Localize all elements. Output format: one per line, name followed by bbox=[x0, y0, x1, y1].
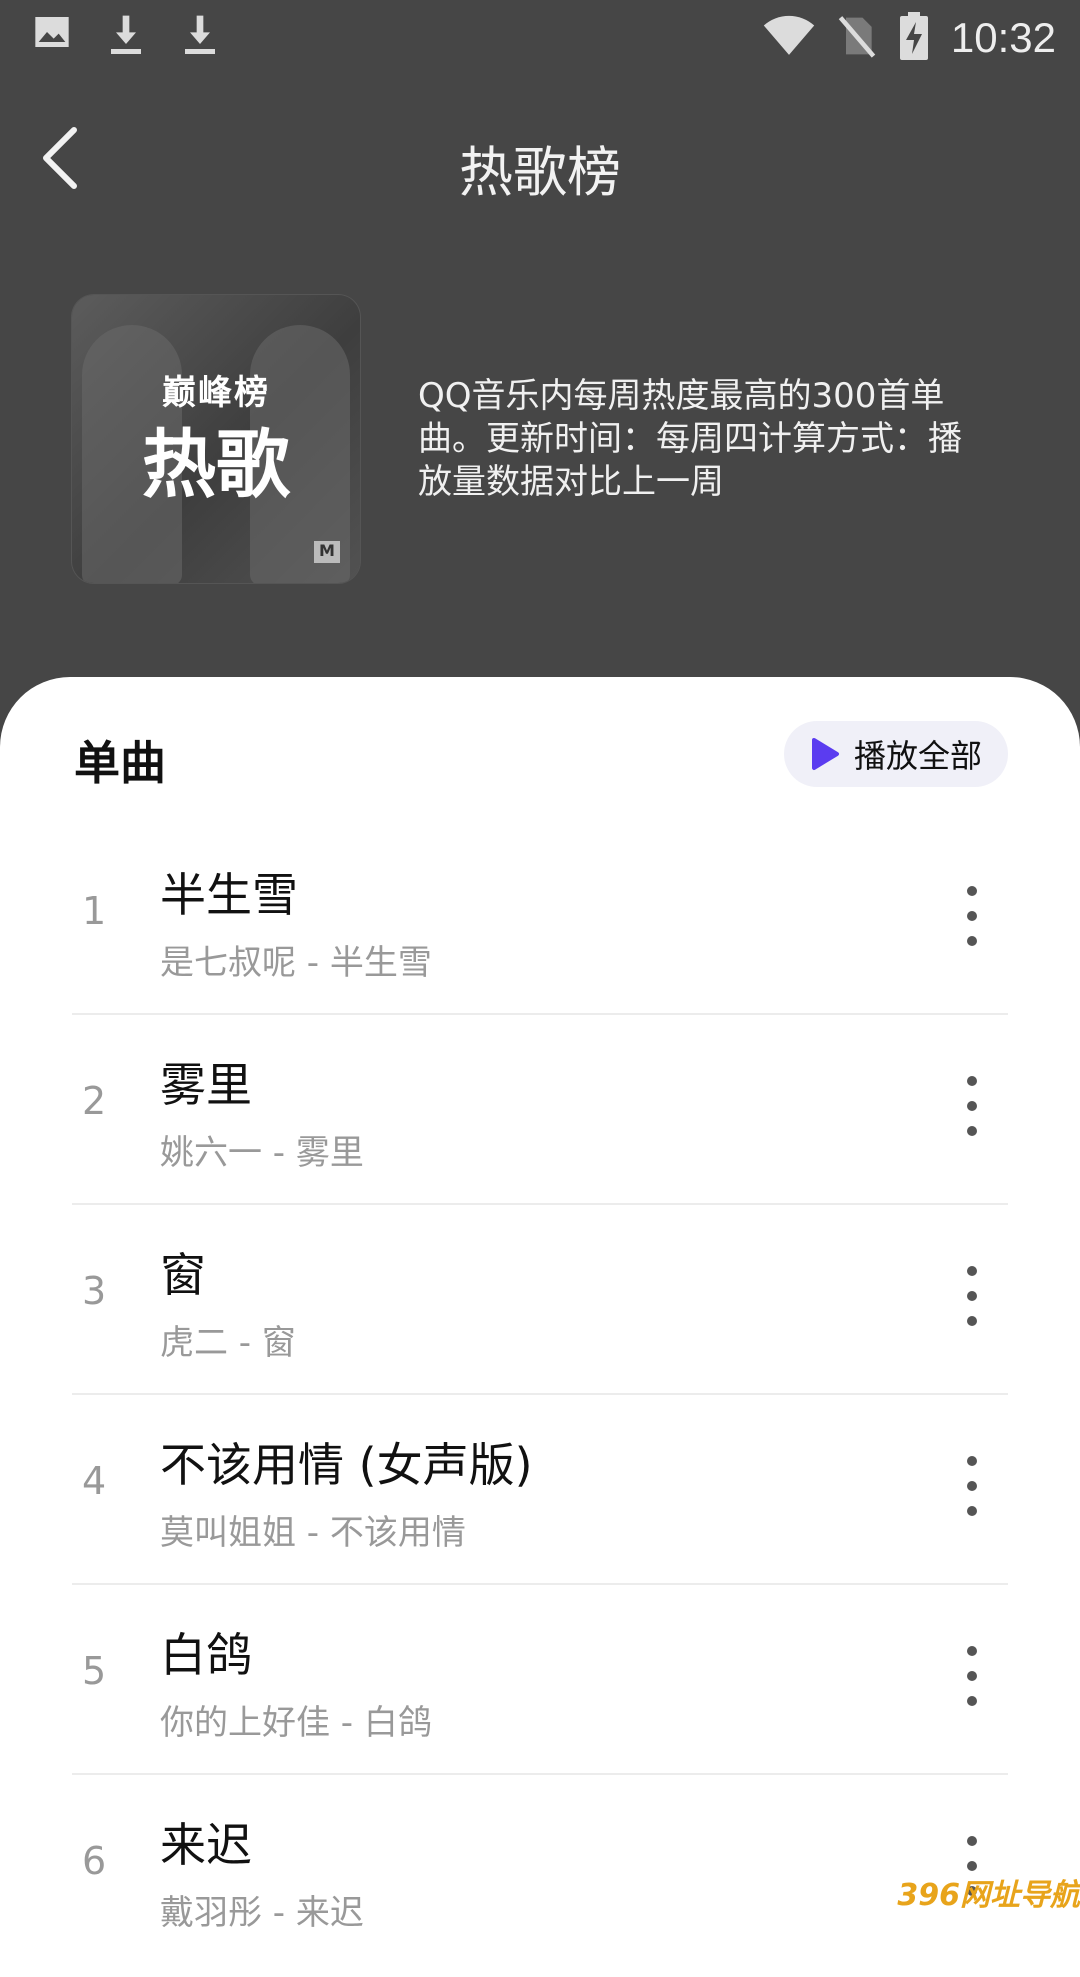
status-time: 10:32 bbox=[950, 14, 1056, 61]
more-vert-icon[interactable] bbox=[960, 1071, 984, 1141]
play-icon bbox=[811, 738, 839, 770]
more-vert-icon[interactable] bbox=[960, 1451, 984, 1521]
song-row[interactable]: 1 半生雪 是七叔呢 - 半生雪 bbox=[72, 825, 1008, 1015]
song-title: 雾里 bbox=[160, 1058, 252, 1112]
battery-charging-icon bbox=[899, 12, 929, 64]
song-subtitle: 你的上好佳 - 白鸽 bbox=[160, 1703, 432, 1743]
song-subtitle: 虎二 - 窗 bbox=[160, 1323, 296, 1363]
cover-title: 热歌 bbox=[142, 422, 290, 508]
song-list-sheet: 单曲 播放全部 1 半生雪 是七叔呢 - 半生雪 2 雾里 姚六一 - 雾里 3… bbox=[0, 677, 1080, 1977]
song-rank: 6 bbox=[82, 1839, 107, 1883]
song-rank: 2 bbox=[82, 1079, 107, 1123]
song-title: 来迟 bbox=[160, 1818, 252, 1872]
watermark: 396网址导航 bbox=[897, 1878, 1080, 1913]
image-icon bbox=[32, 12, 72, 60]
song-title: 半生雪 bbox=[160, 868, 298, 922]
song-row[interactable]: 6 来迟 戴羽彤 - 来迟 bbox=[72, 1775, 1008, 1963]
song-list: 1 半生雪 是七叔呢 - 半生雪 2 雾里 姚六一 - 雾里 3 窗 虎二 - … bbox=[72, 825, 1008, 1963]
download-icon bbox=[106, 12, 146, 60]
song-row[interactable]: 5 白鸽 你的上好佳 - 白鸽 bbox=[72, 1585, 1008, 1775]
app-bar: 热歌榜 bbox=[0, 100, 1080, 220]
section-title: 单曲 bbox=[74, 736, 166, 790]
song-subtitle: 莫叫姐姐 - 不该用情 bbox=[160, 1513, 466, 1553]
song-subtitle: 姚六一 - 雾里 bbox=[160, 1133, 364, 1173]
song-title: 窗 bbox=[160, 1248, 206, 1302]
download-icon bbox=[180, 12, 220, 60]
wifi-icon bbox=[763, 15, 815, 61]
song-rank: 3 bbox=[82, 1269, 107, 1313]
more-vert-icon[interactable] bbox=[960, 1261, 984, 1331]
playlist-cover: 巅峰榜 热歌 M bbox=[72, 295, 360, 583]
song-row[interactable]: 3 窗 虎二 - 窗 bbox=[72, 1205, 1008, 1395]
more-vert-icon[interactable] bbox=[960, 881, 984, 951]
song-rank: 5 bbox=[82, 1649, 107, 1693]
playlist-description: QQ音乐内每周热度最高的300首单曲。更新时间：每周四计算方式：播放量数据对比上… bbox=[418, 376, 962, 502]
cover-logo: M bbox=[314, 541, 340, 563]
song-title: 不该用情 (女声版) bbox=[160, 1438, 533, 1492]
song-subtitle: 是七叔呢 - 半生雪 bbox=[160, 943, 432, 983]
song-rank: 4 bbox=[82, 1459, 107, 1503]
song-row[interactable]: 4 不该用情 (女声版) 莫叫姐姐 - 不该用情 bbox=[72, 1395, 1008, 1585]
more-vert-icon[interactable] bbox=[960, 1641, 984, 1711]
no-sim-icon bbox=[837, 14, 877, 62]
song-row[interactable]: 2 雾里 姚六一 - 雾里 bbox=[72, 1015, 1008, 1205]
play-all-button[interactable]: 播放全部 bbox=[784, 721, 1008, 787]
play-all-label: 播放全部 bbox=[853, 737, 982, 775]
song-title: 白鸽 bbox=[160, 1628, 252, 1682]
song-rank: 1 bbox=[82, 889, 107, 933]
page-title: 热歌榜 bbox=[459, 141, 621, 204]
status-bar: 10:32 bbox=[0, 0, 1080, 75]
song-subtitle: 戴羽彤 - 来迟 bbox=[160, 1893, 364, 1933]
